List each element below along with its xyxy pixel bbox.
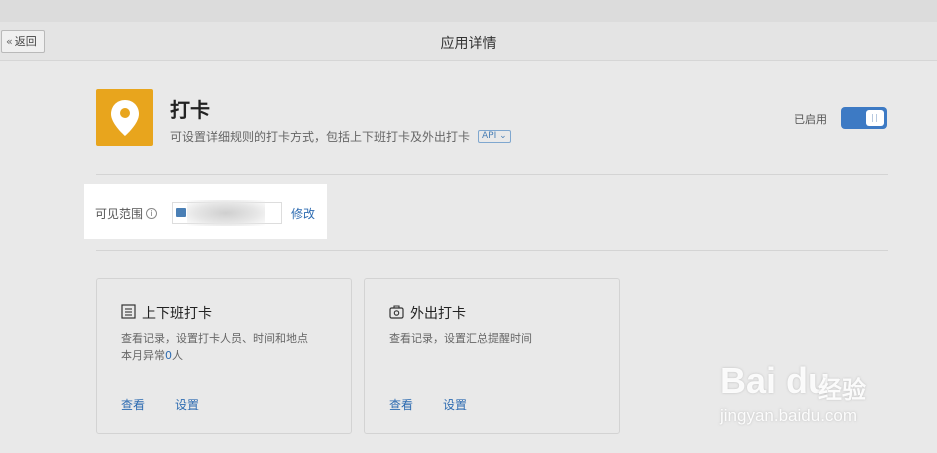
anomaly-suffix: 人	[172, 349, 183, 362]
app-description: 可设置详细规则的打卡方式，包括上下班打卡及外出打卡	[170, 130, 471, 144]
anomaly-prefix: 本月异常	[121, 349, 165, 362]
settings-link[interactable]: 设置	[175, 396, 199, 413]
commute-checkin-card: 上下班打卡 查看记录，设置打卡人员、时间和地点 本月异常0人 查看 设置	[96, 278, 352, 434]
card-title: 上下班打卡	[142, 306, 212, 322]
visible-scope-panel: 可见范围 i 修改	[84, 184, 327, 239]
card-title-row: 外出打卡	[389, 303, 466, 323]
app-description-row: 可设置详细规则的打卡方式，包括上下班打卡及外出打卡 API ⌄	[170, 128, 511, 145]
info-icon[interactable]: i	[146, 208, 158, 219]
divider	[96, 174, 888, 175]
watermark-url: jingyan.baidu.com	[720, 406, 858, 425]
view-records-link[interactable]: 查看	[121, 396, 145, 413]
card-title: 外出打卡	[410, 306, 466, 322]
scope-value-field[interactable]	[172, 200, 282, 226]
view-records-link[interactable]: 查看	[389, 396, 413, 413]
list-icon	[121, 303, 136, 323]
card-description: 查看记录，设置汇总提醒时间	[389, 332, 532, 345]
baidu-jingyan-watermark: Bai du 经验 jingyan.baidu.com	[718, 350, 888, 436]
location-pin-icon	[96, 89, 153, 146]
enable-toggle[interactable]	[841, 107, 887, 129]
page-title: 应用详情	[440, 36, 497, 52]
status-label: 已启用	[794, 113, 827, 126]
settings-link[interactable]: 设置	[443, 396, 467, 413]
app-name: 打卡	[170, 98, 210, 122]
divider	[96, 250, 888, 251]
card-title-row: 上下班打卡	[121, 303, 212, 323]
page-header: « 返回 应用详情	[0, 22, 937, 61]
api-badge[interactable]: API ⌄	[478, 130, 511, 143]
modify-scope-link[interactable]: 修改	[291, 205, 315, 222]
folder-icon	[176, 208, 186, 217]
redacted-scope-value	[187, 200, 265, 226]
anomaly-summary: 本月异常0人	[121, 347, 183, 363]
scope-label-row: 可见范围 i	[95, 205, 158, 222]
watermark-brand: Bai du	[720, 360, 831, 401]
window-top-strip	[0, 0, 937, 22]
toggle-knob	[866, 110, 884, 126]
anomaly-count[interactable]: 0	[165, 349, 172, 362]
scope-label: 可见范围	[95, 207, 144, 221]
outing-checkin-card: 外出打卡 查看记录，设置汇总提醒时间 查看 设置	[364, 278, 620, 434]
card-description: 查看记录，设置打卡人员、时间和地点	[121, 332, 308, 345]
watermark-product: 经验	[818, 376, 866, 404]
camera-bag-icon	[389, 304, 404, 323]
